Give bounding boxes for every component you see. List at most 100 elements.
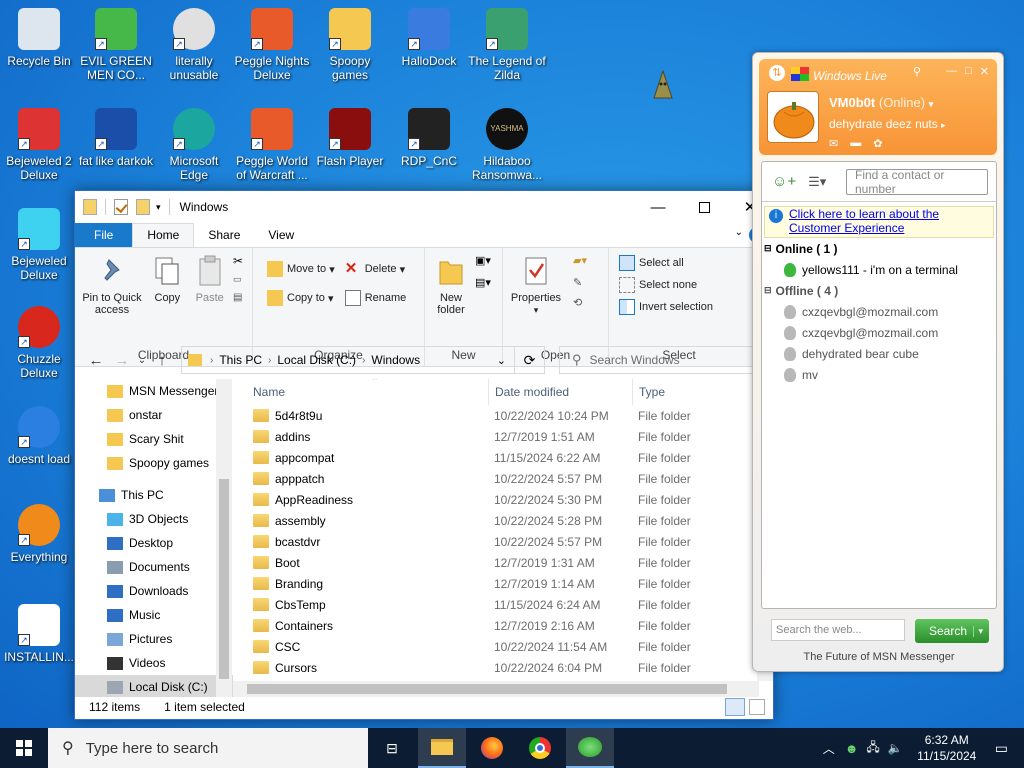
column-date-modified[interactable]: Date modified xyxy=(489,379,633,405)
address-bar[interactable]: › This PC › Local Disk (C:) › Windows ⌄ xyxy=(181,346,515,374)
open-icon[interactable]: ▰▾ xyxy=(573,254,587,276)
copy-to-button[interactable]: Copy to ▾ xyxy=(267,287,335,309)
minimize-button[interactable]: — xyxy=(946,65,957,78)
notification-icon[interactable]: ▭ xyxy=(995,740,1008,757)
history-icon[interactable]: ⟲ xyxy=(573,296,587,316)
mail-icon[interactable]: ✉ xyxy=(829,137,838,150)
file-list[interactable]: ⌃ Name Date modified Type 5d4r8t9u 10/22/… xyxy=(233,379,775,697)
find-contact-input[interactable]: Find a contact or number xyxy=(846,168,988,196)
table-row[interactable]: bcastdvr 10/22/2024 5:57 PM File folder xyxy=(233,531,775,552)
desktop-icon[interactable]: ↗ Bejeweled 2 Deluxe xyxy=(0,108,79,182)
nav-item[interactable]: Music xyxy=(75,603,233,627)
nav-item[interactable]: Spoopy games xyxy=(75,451,233,475)
volume-icon[interactable]: 🔈 xyxy=(888,741,903,755)
table-row[interactable]: Containers 12/7/2019 2:16 AM File folder xyxy=(233,615,775,636)
tab-file[interactable]: File xyxy=(75,223,133,247)
msn-buddy-icon[interactable]: ☻ xyxy=(845,741,859,756)
desktop-icon[interactable]: Recycle Bin xyxy=(0,8,79,68)
maximize-button[interactable]: □ xyxy=(965,65,972,78)
scrollbar-thumb[interactable] xyxy=(219,479,229,679)
properties-button[interactable]: Properties ▾ xyxy=(507,252,565,318)
table-row[interactable]: 5d4r8t9u 10/22/2024 10:24 PM File folder xyxy=(233,405,775,426)
table-row[interactable]: CSC 10/22/2024 11:54 AM File folder xyxy=(233,636,775,657)
desktop-icon[interactable]: ↗ Chuzzle Deluxe xyxy=(0,306,79,380)
chevron-down-icon[interactable]: ⌄ xyxy=(735,227,743,238)
desktop-icon[interactable]: ↗ INSTALLIN... xyxy=(0,604,79,664)
tab-share[interactable]: Share xyxy=(194,223,254,247)
select-all-button[interactable]: Select all xyxy=(619,252,745,274)
contact-item[interactable]: dehydrated bear cube xyxy=(762,343,996,364)
copy-button[interactable]: Copy xyxy=(148,252,186,306)
breadcrumb-this-pc[interactable]: This PC xyxy=(219,353,262,367)
table-row[interactable]: AppReadiness 10/22/2024 5:30 PM File folde… xyxy=(233,489,775,510)
nav-scrollbar[interactable] xyxy=(216,379,232,697)
table-row[interactable]: appcompat 11/15/2024 6:22 AM File folder xyxy=(233,447,775,468)
column-name[interactable]: Name xyxy=(233,379,489,405)
forward-arrow-icon[interactable]: → xyxy=(109,352,135,369)
chevron-down-icon[interactable]: ⌄ xyxy=(135,355,149,366)
edit-icon[interactable]: ✎ xyxy=(573,276,587,296)
desktop-icon[interactable]: ↗ literally unusable xyxy=(154,8,234,82)
desktop-icon[interactable]: ↗ The Legend of Zilda xyxy=(467,8,547,82)
pin-quick-access-button[interactable]: Pin to Quick access xyxy=(79,252,145,318)
contact-list[interactable]: ☺+ ☰▾ Find a contact or number i Click h… xyxy=(761,161,997,609)
user-name[interactable]: VM0b0t (Online) ▾ xyxy=(829,95,933,110)
msn-messenger-window[interactable]: ⇅ Windows Live ⚲ — □ ✕ VM0b0t (Online) ▾… xyxy=(752,52,1004,672)
task-view-icon[interactable]: ⊟ xyxy=(368,728,416,768)
tab-view[interactable]: View xyxy=(254,223,308,247)
ghost-mascot-icon[interactable] xyxy=(652,69,674,100)
details-view-icon[interactable] xyxy=(725,698,745,716)
nav-item[interactable]: Downloads xyxy=(75,579,233,603)
add-contact-icon[interactable]: ☺+ xyxy=(772,173,796,190)
desktop-icon[interactable]: ↗ fat like darkok xyxy=(76,108,156,168)
desktop-icon[interactable]: ↗ Peggle Nights Deluxe xyxy=(232,8,312,82)
column-type[interactable]: Type xyxy=(633,379,743,405)
desktop-icon[interactable]: ↗ Microsoft Edge xyxy=(154,108,234,182)
search-box[interactable]: ⚲ Search Windows xyxy=(559,346,761,374)
chevron-down-icon[interactable]: ⌄ xyxy=(497,354,506,367)
taskbar-search[interactable]: ⚲ Type here to search xyxy=(48,728,368,768)
file-explorer-taskbar-icon[interactable] xyxy=(418,728,466,768)
copy-path-icon[interactable]: ▭ xyxy=(233,274,249,292)
title-bar[interactable]: ▾ Windows — ✕ xyxy=(75,191,773,223)
delete-button[interactable]: ✕ Delete ▾ xyxy=(345,258,407,280)
paste-button[interactable]: Paste xyxy=(190,252,230,306)
invert-selection-button[interactable]: Invert selection xyxy=(619,296,745,318)
search-input[interactable]: Search Windows xyxy=(590,353,680,367)
nav-item[interactable]: Desktop xyxy=(75,531,233,555)
close-button[interactable]: ✕ xyxy=(980,65,989,78)
nav-item[interactable]: Local Disk (C:) xyxy=(75,675,233,697)
desktop-icon[interactable]: YASHMA Hildaboo Ransomwa... xyxy=(467,108,547,182)
contact-item[interactable]: yellows111 - i'm on a terminal xyxy=(762,259,996,280)
table-row[interactable]: Boot 12/7/2019 1:31 AM File folder xyxy=(233,552,775,573)
breadcrumb-local-disk[interactable]: Local Disk (C:) xyxy=(277,353,356,367)
move-to-button[interactable]: Move to ▾ xyxy=(267,258,335,280)
customer-experience-link[interactable]: i Click here to learn about the Customer… xyxy=(764,206,994,238)
table-row[interactable]: apppatch 10/22/2024 5:57 PM File folder xyxy=(233,468,775,489)
table-row[interactable]: Cursors 10/22/2024 6:04 PM File folder xyxy=(233,657,775,678)
msn-butterfly-icon[interactable]: ✿ xyxy=(873,137,882,150)
contact-item[interactable]: cxzqevbgl@mozmail.com xyxy=(762,322,996,343)
clock[interactable]: 6:32 AM 11/15/2024 xyxy=(907,732,987,764)
network-icon[interactable]: 🖧 xyxy=(866,738,879,759)
nav-item[interactable]: Documents xyxy=(75,555,233,579)
start-button[interactable] xyxy=(0,728,48,768)
offline-group-header[interactable]: ⊟ Offline ( 4 ) xyxy=(762,280,996,301)
contact-item[interactable]: mv xyxy=(762,364,996,385)
new-folder-quick-icon[interactable] xyxy=(136,199,150,215)
chevron-up-icon[interactable]: ︿ xyxy=(823,740,835,757)
desktop-icon[interactable]: ↗ EVIL GREEN MEN CO... xyxy=(76,8,156,82)
nav-item[interactable]: onstar xyxy=(75,403,233,427)
nav-item[interactable]: 3D Objects xyxy=(75,507,233,531)
nav-item[interactable]: Scary Shit xyxy=(75,427,233,451)
nav-item[interactable]: Videos xyxy=(75,651,233,675)
breadcrumb-windows[interactable]: Windows xyxy=(371,353,420,367)
view-options-icon[interactable]: ☰▾ xyxy=(808,174,826,190)
web-search-button[interactable]: Search ▾ xyxy=(915,619,989,643)
minimize-button[interactable]: — xyxy=(635,191,681,223)
chevron-down-icon[interactable]: ▾ xyxy=(973,625,983,637)
personal-message[interactable]: dehydrate deez nuts ▸ xyxy=(829,117,946,131)
maximize-button[interactable] xyxy=(681,191,727,223)
table-row[interactable]: addins 12/7/2019 1:51 AM File folder xyxy=(233,426,775,447)
nav-item[interactable]: MSN Messenger xyxy=(75,379,233,403)
